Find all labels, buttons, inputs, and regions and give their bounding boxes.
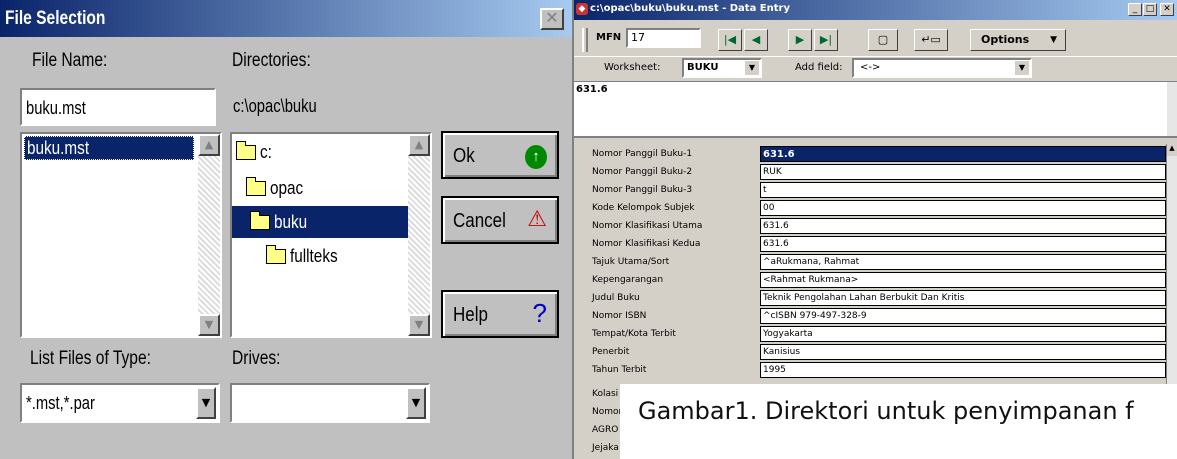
add-field-label: Add field: <box>795 62 843 73</box>
drives-select[interactable]: ▼ <box>230 383 430 423</box>
field-label: Nomor Panggil Buku-1 <box>592 149 693 159</box>
open-folder-icon <box>236 140 256 160</box>
field-value-input[interactable]: 631.6 <box>760 218 1166 234</box>
field-value-input[interactable]: t <box>760 182 1166 198</box>
field-value-input[interactable]: Kanisius <box>760 344 1166 360</box>
field-value-input[interactable]: ^cISBN 979-497-328-9 <box>760 308 1166 324</box>
close-icon[interactable]: ✕ <box>1160 3 1174 16</box>
directory-list[interactable]: c: opac buku fullteks ▲ ▼ <box>230 132 432 338</box>
chevron-down-icon[interactable]: ▼ <box>745 61 759 75</box>
file-list-scrollbar[interactable]: ▲ ▼ <box>198 134 220 336</box>
field-label: Kode Kelompok Subjek <box>592 203 695 213</box>
app-icon: ◆ <box>576 3 588 15</box>
up-arrow-icon: ↑ <box>525 145 547 169</box>
file-name-input[interactable]: buku.mst <box>20 88 216 126</box>
field-label: Nomor Panggil Buku-3 <box>592 185 693 195</box>
field-label: Tajuk Utama/Sort <box>592 257 670 267</box>
field-value-input[interactable]: Yogyakarta <box>760 326 1166 342</box>
dialog-title: File Selection <box>5 8 106 29</box>
field-label: Jejaka <box>592 443 619 453</box>
window-title-bar[interactable]: ◆ c:\opac\buku\buku.mst - Data Entry _ □… <box>574 0 1177 20</box>
field-label: Tempat/Kota Terbit <box>592 329 676 339</box>
chevron-down-icon[interactable]: ▼ <box>406 387 426 419</box>
new-record-icon[interactable]: ▢ <box>868 29 898 51</box>
cancel-button[interactable]: Cancel ⚠ <box>441 196 559 244</box>
directory-list-scrollbar[interactable]: ▲ ▼ <box>408 134 430 336</box>
chevron-down-icon[interactable]: ▼ <box>1015 61 1029 75</box>
worksheet-select[interactable]: BUKU ▼ <box>682 58 762 78</box>
figure-caption: Gambar1. Direktori untuk penyimpanan f <box>620 384 1177 459</box>
list-item[interactable]: buku.mst <box>24 136 194 160</box>
window-title: c:\opac\buku\buku.mst - Data Entry <box>590 3 790 14</box>
field-label: Nomor Klasifikasi Utama <box>592 221 703 231</box>
close-icon[interactable]: ✕ <box>540 8 564 30</box>
worksheet-label: Worksheet: <box>604 62 661 73</box>
field-label: Kepengarangan <box>592 275 664 285</box>
scroll-up-icon[interactable]: ▲ <box>1167 144 1177 156</box>
directories-label: Directories: <box>232 50 311 71</box>
question-icon: ? <box>532 298 547 328</box>
field-label: Tahun Terbit <box>592 365 647 375</box>
folder-icon <box>266 244 286 264</box>
field-editor[interactable]: 631.6 <box>574 82 1177 138</box>
directory-item-buku[interactable]: buku <box>232 206 410 238</box>
field-value-input[interactable]: 631.6 <box>760 146 1166 162</box>
field-value-input[interactable]: 631.6 <box>760 236 1166 252</box>
ok-button[interactable]: Ok ↑ <box>441 131 559 179</box>
open-folder-icon <box>250 210 270 230</box>
list-types-label: List Files of Type: <box>30 348 151 369</box>
file-type-select[interactable]: *.mst,*.par ▼ <box>20 383 220 423</box>
minimize-icon[interactable]: _ <box>1128 3 1142 16</box>
field-label: AGRO <box>592 425 619 435</box>
directory-item-fullteks[interactable]: fullteks <box>266 240 346 272</box>
toolbar-grip <box>582 28 588 52</box>
field-value-input[interactable]: Teknik Pengolahan Lahan Berbukit Dan Kri… <box>760 290 1166 306</box>
directory-item-opac[interactable]: opac <box>246 172 309 204</box>
current-directory: c:\opac\buku <box>233 96 317 116</box>
field-value-input[interactable]: ^aRukmana, Rahmat <box>760 254 1166 270</box>
scroll-up-icon[interactable]: ▲ <box>198 134 220 156</box>
scroll-down-icon[interactable]: ▼ <box>198 314 220 336</box>
file-list[interactable]: buku.mst ▲ ▼ <box>20 132 222 338</box>
warning-icon: ⚠ <box>527 206 547 231</box>
add-field-select[interactable]: <-> ▼ <box>852 58 1032 78</box>
mfn-label: MFN <box>596 32 622 43</box>
file-selection-dialog: File Selection ✕ File Name: Directories:… <box>0 0 574 459</box>
first-record-icon[interactable]: |◀ <box>718 29 742 51</box>
scroll-up-icon[interactable]: ▲ <box>408 134 430 156</box>
field-label: Nomor Panggil Buku-2 <box>592 167 693 177</box>
help-button[interactable]: Help ? <box>441 290 559 338</box>
field-label: Nomor ISBN <box>592 311 647 321</box>
field-label: Judul Buku <box>592 293 640 303</box>
file-name-value: buku.mst <box>26 98 86 118</box>
open-folder-icon <box>246 176 266 196</box>
editor-scrollbar[interactable] <box>1167 82 1177 136</box>
field-value-input[interactable]: 1995 <box>760 362 1166 378</box>
field-label: Kolasi <box>592 389 619 399</box>
save-record-icon[interactable]: ↵▭ <box>914 29 948 51</box>
field-value-input[interactable]: RUK <box>760 164 1166 180</box>
previous-record-icon[interactable]: ◀ <box>744 29 768 51</box>
scroll-down-icon[interactable]: ▼ <box>408 314 430 336</box>
mfn-input[interactable]: 17 <box>626 28 701 48</box>
chevron-down-icon[interactable]: ▼ <box>196 387 216 419</box>
chevron-down-icon: ▼ <box>1050 35 1057 45</box>
field-label: Nomor Klasifikasi Kedua <box>592 239 701 249</box>
drives-label: Drives: <box>232 348 281 369</box>
file-name-label: File Name: <box>32 50 108 71</box>
next-record-icon[interactable]: ▶ <box>788 29 812 51</box>
dialog-title-bar[interactable]: File Selection <box>0 0 572 37</box>
field-label: Penerbit <box>592 347 630 357</box>
field-value-input[interactable]: 00 <box>760 200 1166 216</box>
maximize-icon[interactable]: □ <box>1143 3 1157 16</box>
field-value-input[interactable]: <Rahmat Rukmana> <box>760 272 1166 288</box>
field-label: Nomor <box>592 407 623 417</box>
options-dropdown[interactable]: Options ▼ <box>970 29 1066 51</box>
last-record-icon[interactable]: ▶| <box>814 29 838 51</box>
directory-item-c[interactable]: c: <box>236 136 274 168</box>
